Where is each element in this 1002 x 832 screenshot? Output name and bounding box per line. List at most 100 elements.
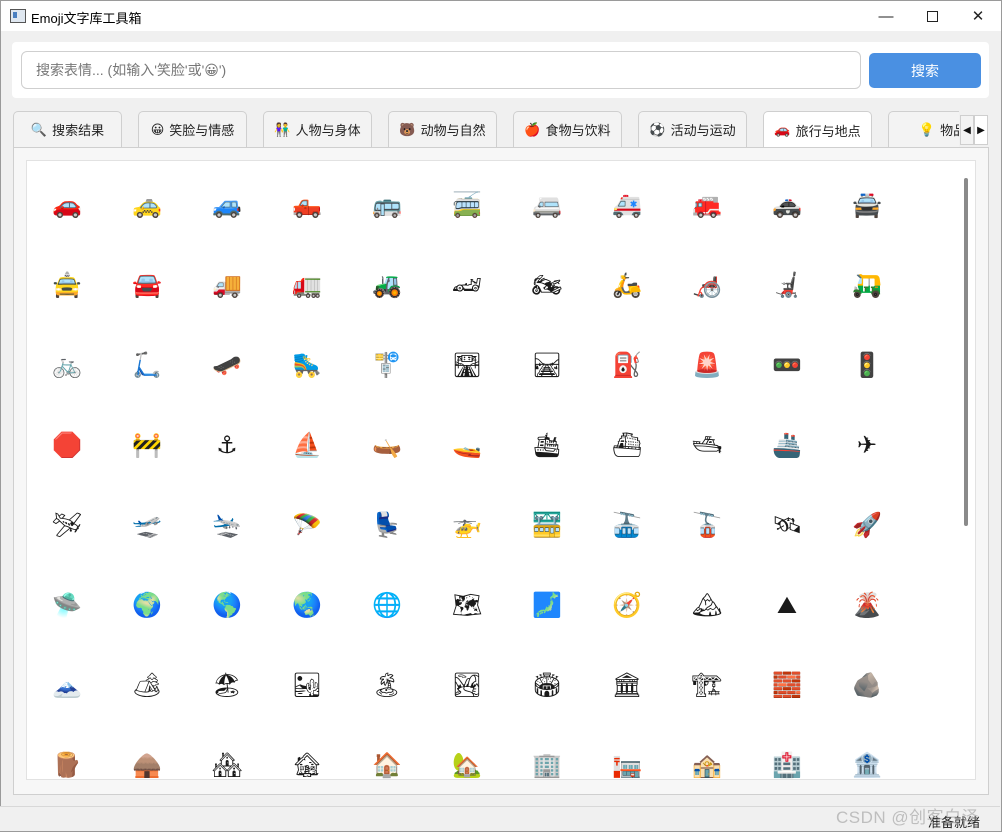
emoji-button[interactable]: 🪂 [279, 497, 335, 553]
emoji-button[interactable]: 🚎 [439, 177, 495, 233]
emoji-button[interactable]: 🚦 [839, 337, 895, 393]
emoji-button[interactable]: 🛩 [39, 497, 95, 553]
emoji-button[interactable]: 🏕 [119, 657, 175, 713]
emoji-button[interactable]: 🏦 [839, 737, 895, 779]
emoji-button[interactable]: ✈ [839, 417, 895, 473]
emoji-button[interactable]: 🛶 [359, 417, 415, 473]
emoji-button[interactable]: ⚓ [199, 417, 255, 473]
emoji-button[interactable]: 🌎 [199, 577, 255, 633]
emoji-button[interactable]: 🚧 [119, 417, 175, 473]
emoji-button[interactable]: 🌋 [839, 577, 895, 633]
tab-3[interactable]: 🐻 动物与自然 [388, 111, 497, 147]
emoji-button[interactable]: 🦽 [679, 257, 735, 313]
emoji-button[interactable]: 🛫 [119, 497, 175, 553]
emoji-button[interactable]: 🏚 [279, 737, 335, 779]
emoji-button[interactable]: 🌐 [359, 577, 415, 633]
emoji-button[interactable]: 🚤 [439, 417, 495, 473]
emoji-button[interactable]: 🏣 [599, 737, 655, 779]
emoji-button[interactable]: 🏗 [679, 657, 735, 713]
emoji-button[interactable]: 🚠 [599, 497, 655, 553]
emoji-button[interactable]: 🌍 [119, 577, 175, 633]
emoji-button[interactable]: 🚟 [519, 497, 575, 553]
emoji-button[interactable]: 🛖 [119, 737, 175, 779]
emoji-button[interactable]: 🛻 [279, 177, 335, 233]
emoji-button[interactable]: 🌏 [279, 577, 335, 633]
emoji-button[interactable]: 🏎 [439, 257, 495, 313]
emoji-button[interactable]: 🏡 [439, 737, 495, 779]
emoji-button[interactable]: 🚓 [759, 177, 815, 233]
emoji-button[interactable]: 🛹 [199, 337, 255, 393]
emoji-button[interactable]: 🚚 [199, 257, 255, 313]
emoji-button[interactable]: 🚀 [839, 497, 895, 553]
emoji-button[interactable]: 🛑 [39, 417, 95, 473]
emoji-button[interactable]: 🗾 [519, 577, 575, 633]
emoji-button[interactable]: 🦼 [759, 257, 815, 313]
emoji-button[interactable]: ⛵ [279, 417, 335, 473]
emoji-button[interactable]: 🚔 [839, 177, 895, 233]
emoji-button[interactable]: 🚒 [679, 177, 735, 233]
emoji-button[interactable]: 🚕 [119, 177, 175, 233]
emoji-button[interactable]: 🚌 [359, 177, 415, 233]
tab-1[interactable]: 😀 笑脸与情感 [138, 111, 247, 147]
tab-6[interactable]: 🚗 旅行与地点 [763, 111, 872, 148]
emoji-button[interactable]: 🚲 [39, 337, 95, 393]
emoji-button[interactable]: 🛴 [119, 337, 175, 393]
emoji-button[interactable]: 🏍 [519, 257, 575, 313]
emoji-button[interactable]: 🚖 [39, 257, 95, 313]
emoji-button[interactable]: 🧭 [599, 577, 655, 633]
emoji-button[interactable]: 🏔 [679, 577, 735, 633]
maximize-button[interactable] [909, 1, 955, 31]
tab-2[interactable]: 👫 人物与身体 [263, 111, 372, 147]
emoji-button[interactable]: 🏢 [519, 737, 575, 779]
emoji-button[interactable]: 🗺 [439, 577, 495, 633]
emoji-button[interactable]: 🏞 [439, 657, 495, 713]
emoji-button[interactable]: 🏟 [519, 657, 575, 713]
emoji-button[interactable]: 🪵 [39, 737, 95, 779]
emoji-button[interactable]: 🛰 [759, 497, 815, 553]
emoji-button[interactable]: 🏝 [359, 657, 415, 713]
emoji-button[interactable]: 💺 [359, 497, 415, 553]
tab-scroll-left-button[interactable]: ◀ [960, 115, 974, 145]
emoji-button[interactable]: 🏤 [679, 737, 735, 779]
emoji-button[interactable]: 🛼 [279, 337, 335, 393]
emoji-button[interactable]: 🚑 [599, 177, 655, 233]
emoji-button[interactable]: 🧱 [759, 657, 815, 713]
emoji-button[interactable]: 🏘 [199, 737, 255, 779]
emoji-button[interactable]: 🛵 [599, 257, 655, 313]
emoji-button[interactable]: 🚛 [279, 257, 335, 313]
emoji-button[interactable]: 🚘 [119, 257, 175, 313]
emoji-button[interactable]: 🚥 [759, 337, 815, 393]
emoji-button[interactable]: 🪨 [839, 657, 895, 713]
emoji-button[interactable]: 🚗 [39, 177, 95, 233]
emoji-button[interactable]: ⛴ [599, 417, 655, 473]
emoji-button[interactable]: 🚡 [679, 497, 735, 553]
tab-scroll-right-button[interactable]: ▶ [974, 115, 988, 145]
emoji-button[interactable]: 🏖 [199, 657, 255, 713]
minimize-button[interactable]: — [863, 1, 909, 31]
emoji-button[interactable]: ⛽ [599, 337, 655, 393]
search-button[interactable]: 搜索 [869, 53, 981, 88]
search-input[interactable] [21, 51, 861, 89]
close-button[interactable]: ✕ [955, 1, 1001, 31]
emoji-button[interactable]: 🛬 [199, 497, 255, 553]
tab-7[interactable]: 💡 物品 [888, 111, 959, 147]
emoji-button[interactable]: 🛥 [679, 417, 735, 473]
emoji-button[interactable]: 🏠 [359, 737, 415, 779]
emoji-button[interactable]: 🛸 [39, 577, 95, 633]
emoji-button[interactable]: 🚁 [439, 497, 495, 553]
tab-0[interactable]: 🔍 搜索结果 [13, 111, 122, 147]
emoji-button[interactable]: 🏛 [599, 657, 655, 713]
emoji-button[interactable]: 🚨 [679, 337, 735, 393]
emoji-button[interactable]: 🛣 [439, 337, 495, 393]
tab-5[interactable]: ⚽ 活动与运动 [638, 111, 747, 147]
tab-4[interactable]: 🍎 食物与饮料 [513, 111, 622, 147]
emoji-button[interactable]: 🚙 [199, 177, 255, 233]
emoji-button[interactable]: 🚜 [359, 257, 415, 313]
emoji-button[interactable]: 🛳 [519, 417, 575, 473]
emoji-button[interactable]: 🛺 [839, 257, 895, 313]
scrollbar[interactable] [964, 178, 968, 526]
emoji-button[interactable]: 🏥 [759, 737, 815, 779]
emoji-button[interactable]: ⛰ [759, 577, 815, 633]
emoji-button[interactable]: 🚏 [359, 337, 415, 393]
emoji-button[interactable]: 🏜 [279, 657, 335, 713]
